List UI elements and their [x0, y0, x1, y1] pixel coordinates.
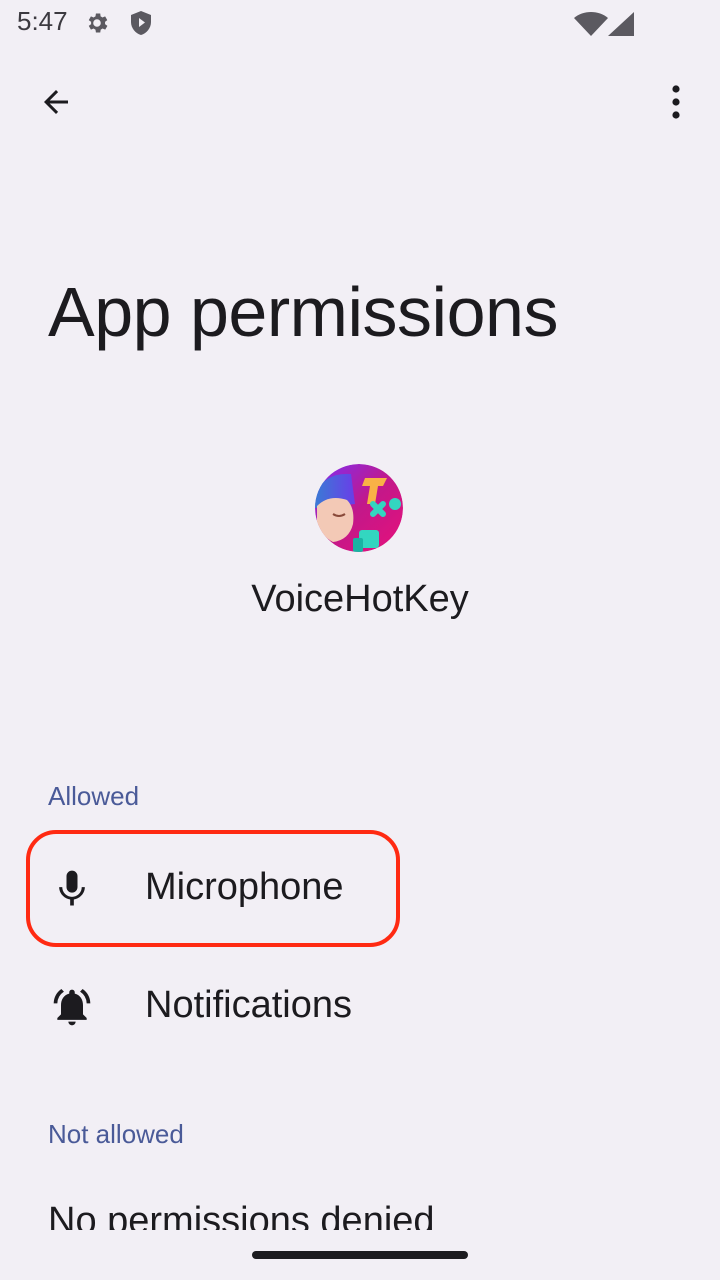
- page-title: App permissions: [48, 273, 558, 351]
- allowed-section-header: Allowed: [48, 781, 140, 811]
- gear-icon: [84, 10, 110, 41]
- gesture-nav-handle[interactable]: [252, 1251, 468, 1259]
- status-bar: 5:47: [0, 0, 720, 50]
- shield-icon: [129, 10, 153, 41]
- back-button[interactable]: [28, 76, 84, 132]
- app-name: VoiceHotKey: [251, 578, 469, 620]
- bell-icon: [50, 985, 94, 1029]
- permission-label: Notifications: [145, 984, 352, 1026]
- voicehotkey-app-icon: [315, 464, 403, 552]
- status-time: 5:47: [17, 6, 68, 36]
- not-allowed-section-header: Not allowed: [48, 1119, 184, 1149]
- arrow-back-icon: [38, 84, 74, 125]
- wifi-icon: [574, 12, 608, 41]
- more-vert-icon: [670, 84, 682, 125]
- permission-label: Microphone: [145, 866, 344, 908]
- permission-row-notifications[interactable]: Notifications: [0, 952, 720, 1062]
- more-options-button[interactable]: [648, 76, 704, 132]
- permission-row-microphone[interactable]: Microphone: [0, 834, 720, 944]
- microphone-icon: [50, 867, 94, 911]
- signal-icon: [608, 12, 634, 41]
